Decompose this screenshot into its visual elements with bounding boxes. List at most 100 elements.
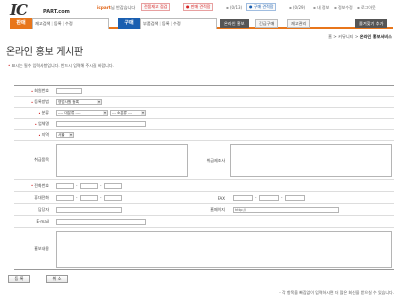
row-member-no: 회원번호 bbox=[14, 86, 394, 97]
buy-trade-icon: ● bbox=[249, 4, 253, 9]
bookmark-label: 즐겨찾기 추가 bbox=[359, 21, 384, 26]
breadcrumb-community[interactable]: 커뮤니티 bbox=[338, 34, 353, 39]
logout-link[interactable]: 로그아웃 bbox=[357, 5, 376, 11]
reset-label: 취 소 bbox=[52, 276, 62, 281]
reg-type-value: 영업사원 등록 bbox=[58, 100, 79, 104]
welcome-user: icpart bbox=[97, 5, 111, 10]
tab-online-promo[interactable]: 온라인 홍보 bbox=[220, 19, 249, 28]
notice-text: 표시는 필수 입력사항입니다. 반드시 입력해 주시길 바랍니다. bbox=[11, 63, 114, 68]
buy-trade-count: (0/29) bbox=[289, 5, 305, 10]
label-promo: 홍보내용 bbox=[34, 246, 49, 251]
sell-menu-register[interactable]: 등록 bbox=[54, 21, 62, 26]
row-category: 분류 ---- 대분류 ---- --- 소분류 --- bbox=[14, 108, 394, 119]
category-major-value: ---- 대분류 ---- bbox=[58, 111, 81, 115]
buy-menu-search[interactable]: 부품검색 bbox=[143, 21, 158, 26]
homepage-prefix: http:// bbox=[235, 208, 247, 212]
reset-button[interactable]: 취 소 bbox=[46, 275, 68, 283]
account-edit-link[interactable]: 정보수정 bbox=[334, 5, 353, 11]
stock-check-button[interactable]: 전품재고 점검 bbox=[141, 3, 171, 11]
breadcrumb-home[interactable]: 홈 bbox=[328, 34, 332, 39]
region-value: 서울 bbox=[58, 133, 65, 137]
stock-check-label: 전품재고 점검 bbox=[144, 4, 168, 9]
label-mobile: 휴대전화 bbox=[34, 194, 49, 200]
sell-menu: 재고검색|등록|수정 bbox=[32, 18, 109, 29]
buy-badge-label: 구매 bbox=[124, 20, 134, 26]
mobile-dash-2: - bbox=[100, 195, 102, 200]
homepage-field[interactable]: http:// bbox=[233, 207, 339, 213]
mobile-field-1[interactable] bbox=[56, 195, 74, 201]
mobile-field-3[interactable] bbox=[104, 195, 122, 201]
reg-type-select[interactable]: 영업사원 등록 bbox=[56, 99, 102, 105]
sell-trade-count: (0/13) bbox=[226, 5, 242, 10]
fax-field-1[interactable] bbox=[233, 195, 253, 201]
mypage-link[interactable]: 내 정보 bbox=[313, 5, 329, 11]
mobile-field-2[interactable] bbox=[80, 195, 98, 201]
category-major-select[interactable]: ---- 대분류 ---- bbox=[56, 110, 108, 116]
row-email: E-mail bbox=[14, 216, 394, 228]
required-mark: • bbox=[8, 63, 11, 68]
promo-form: 회원번호 등록방법 영업사원 등록 분류 ---- 대분류 ---- --- 소… bbox=[14, 85, 394, 268]
label-fax: FAX bbox=[217, 195, 225, 201]
fax-dash-1: - bbox=[255, 195, 257, 200]
label-homepage: 홈페이지 bbox=[210, 207, 225, 212]
sell-trade-icon: ● bbox=[186, 4, 190, 9]
tab-inventory[interactable]: 재고관리 bbox=[287, 19, 311, 28]
register-button[interactable]: 등 록 bbox=[8, 275, 30, 283]
maker-textarea[interactable] bbox=[230, 144, 392, 177]
buy-trade-label: 구매 견적함 bbox=[253, 4, 274, 9]
label-company: 업체명 bbox=[14, 119, 52, 129]
footer-note: - 각 항목을 빠짐없이 입력하시면 더 많은 회신을 받으실 수 있습니다. bbox=[279, 290, 394, 295]
sell-trade-label: 판매 견적함 bbox=[190, 4, 211, 9]
label-email: E-mail bbox=[36, 219, 49, 224]
label-phone: 전화번호 bbox=[14, 180, 52, 191]
main-items-textarea[interactable] bbox=[56, 144, 188, 177]
breadcrumb: 홈 > 커뮤니티 > 온라인 홍보서비스 bbox=[328, 34, 392, 39]
email-field[interactable] bbox=[56, 219, 146, 225]
label-main-items: 취급품목 bbox=[34, 157, 49, 162]
label-reg-type: 등록방법 bbox=[14, 97, 52, 107]
fax-dash-2: - bbox=[281, 195, 283, 200]
sell-trade-button[interactable]: ● 판매 견적함 bbox=[183, 3, 214, 11]
tab-online-promo-label: 온라인 홍보 bbox=[224, 21, 245, 26]
register-label: 등 록 bbox=[14, 276, 24, 281]
phone-field-2[interactable] bbox=[80, 183, 98, 189]
label-member-no: 회원번호 bbox=[14, 86, 52, 96]
buy-trade-button[interactable]: ● 구매 견적함 bbox=[246, 3, 277, 11]
sell-badge-label: 판매 bbox=[16, 20, 26, 26]
phone-field-1[interactable] bbox=[56, 183, 74, 189]
logo-sub: PART.com bbox=[43, 9, 70, 15]
category-minor-value: --- 소분류 --- bbox=[112, 111, 132, 115]
sell-menu-edit[interactable]: 수정 bbox=[65, 21, 73, 26]
company-field[interactable] bbox=[56, 121, 146, 127]
row-reg-type: 등록방법 영업사원 등록 bbox=[14, 97, 394, 108]
breadcrumb-current: 온라인 홍보서비스 bbox=[359, 34, 392, 39]
row-phone: 전화번호 - - bbox=[14, 180, 394, 192]
member-no-field[interactable] bbox=[56, 88, 82, 94]
phone-field-3[interactable] bbox=[104, 183, 122, 189]
promo-textarea[interactable] bbox=[56, 231, 392, 268]
category-minor-select[interactable]: --- 소분류 --- bbox=[110, 110, 146, 116]
buy-menu-edit[interactable]: 수정 bbox=[173, 21, 181, 26]
contact-field[interactable] bbox=[56, 207, 122, 213]
required-notice: • 표시는 필수 입력사항입니다. 반드시 입력해 주시길 바랍니다. bbox=[8, 63, 114, 69]
buy-menu-register[interactable]: 등록 bbox=[162, 21, 170, 26]
tab-urgent-buy[interactable]: 긴급구매 bbox=[255, 19, 279, 28]
phone-dash-1: - bbox=[76, 183, 78, 188]
tab-urgent-buy-label: 긴급구매 bbox=[259, 21, 275, 26]
label-category: 분류 bbox=[14, 108, 52, 118]
mobile-dash-1: - bbox=[76, 195, 78, 200]
label-maker: 취급제조사 bbox=[206, 157, 225, 163]
region-select[interactable]: 서울 bbox=[56, 132, 74, 138]
row-promo: 홍보내용 bbox=[14, 228, 394, 270]
bookmark-button[interactable]: 즐겨찾기 추가 bbox=[355, 19, 388, 28]
sell-menu-search[interactable]: 재고검색 bbox=[35, 21, 50, 26]
sell-badge: 판매 bbox=[10, 18, 32, 29]
fax-field-3[interactable] bbox=[285, 195, 305, 201]
row-company: 업체명 bbox=[14, 119, 394, 130]
fax-field-2[interactable] bbox=[259, 195, 279, 201]
page-title: 온라인 홍보 게시판 bbox=[6, 47, 83, 58]
row-contact: 담당자 홈페이지 http:// bbox=[14, 204, 394, 216]
row-region: 지역 서울 bbox=[14, 130, 394, 141]
welcome-message: icpart님 반갑습니다 bbox=[97, 5, 135, 11]
form-bottom-border bbox=[14, 269, 394, 270]
